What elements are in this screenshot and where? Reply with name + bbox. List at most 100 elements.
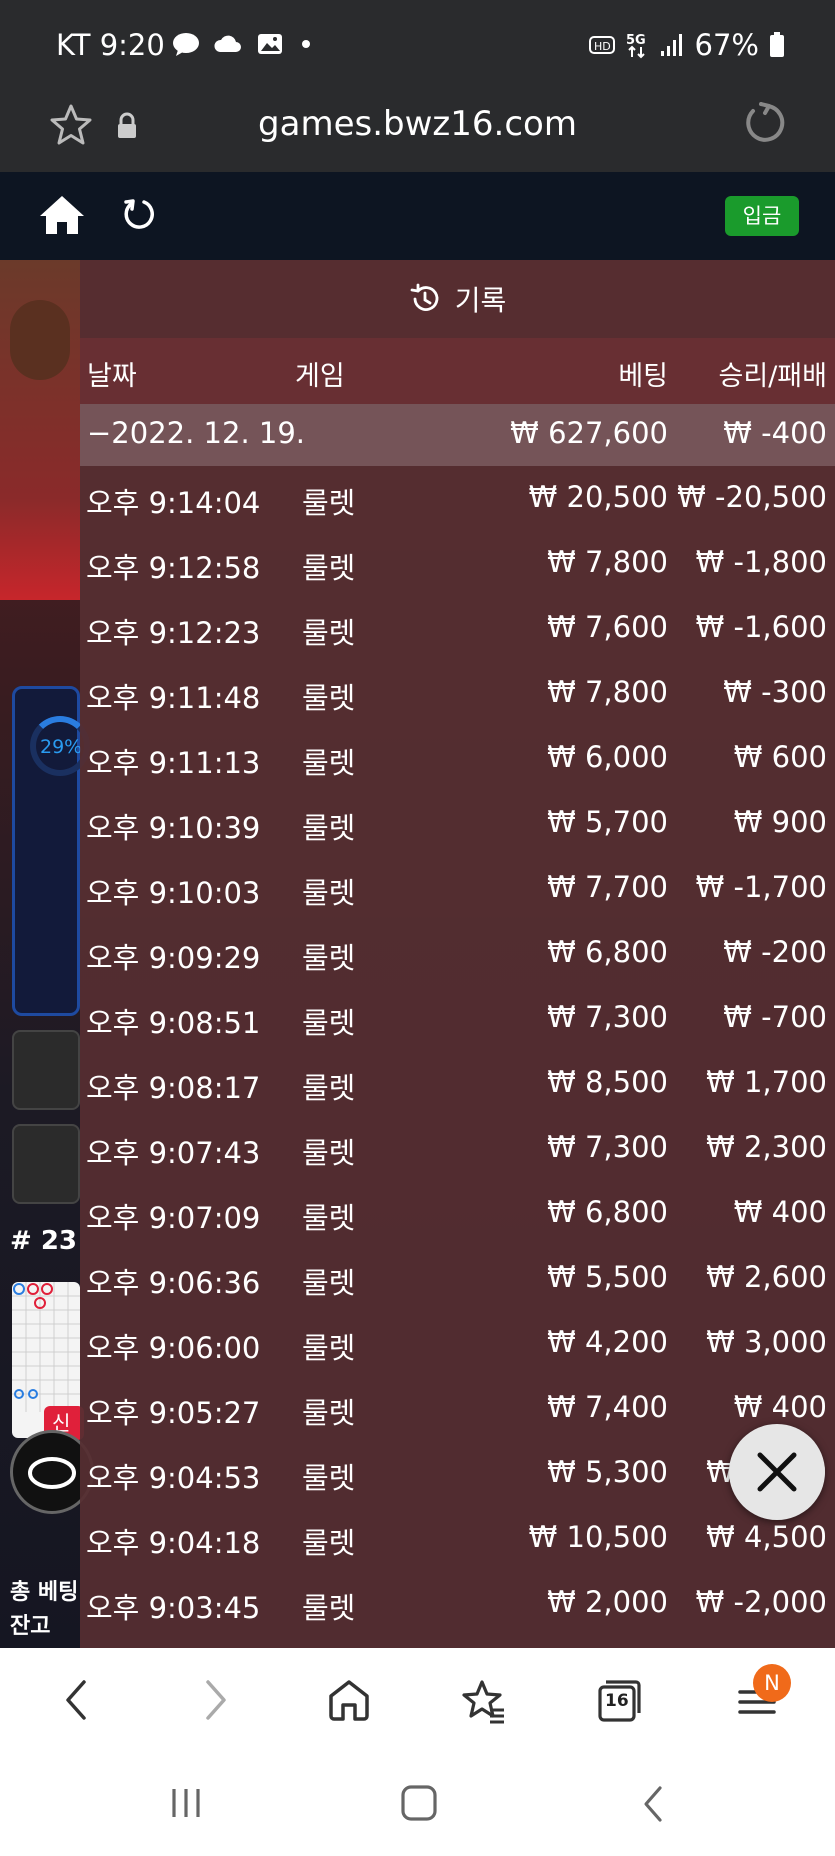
home-nav-icon[interactable]	[326, 1678, 372, 1722]
row-bet: ₩ 2,000	[547, 1585, 668, 1619]
history-row[interactable]: 오후 9:06:00 룰렛 ₩ 4,200 ₩ 3,000	[80, 1311, 835, 1376]
row-game: 룰렛	[302, 681, 356, 715]
row-game: 룰렛	[302, 1266, 356, 1300]
history-clock-icon	[410, 283, 439, 311]
history-row[interactable]: 오후 9:08:17 룰렛 ₩ 8,500 ₩ 1,700	[80, 1051, 835, 1116]
close-button[interactable]	[729, 1424, 825, 1520]
row-game: 룰렛	[302, 551, 356, 585]
row-bet: ₩ 7,800	[547, 675, 668, 709]
history-row[interactable]: 오후 9:10:03 룰렛 ₩ 7,700 ₩ -1,700	[80, 856, 835, 921]
date-group-total-win-loss: ₩ -400	[723, 416, 827, 450]
5g-icon: 5G	[626, 33, 646, 59]
row-game: 룰렛	[302, 941, 356, 975]
row-win-loss: ₩ 600	[733, 740, 827, 774]
app-header: 입금	[0, 172, 835, 260]
history-row[interactable]: 오후 9:14:04 룰렛 ₩ 20,500 ₩ -20,500	[80, 466, 835, 531]
battery-icon	[770, 32, 784, 57]
row-time: 오후 9:03:45	[86, 1591, 261, 1625]
recent-apps-icon[interactable]	[168, 1786, 204, 1820]
row-win-loss: ₩ 1,700	[706, 1065, 827, 1099]
row-game: 룰렛	[302, 1526, 356, 1560]
status-bar: KT 9:20 HD 5G 67%	[0, 0, 835, 88]
history-row[interactable]: 오후 9:07:09 룰렛 ₩ 6,800 ₩ 400	[80, 1181, 835, 1246]
progress-percent: 29%	[40, 736, 83, 758]
row-win-loss: ₩ -700	[723, 1000, 827, 1034]
row-time: 오후 9:04:53	[86, 1461, 261, 1495]
row-win-loss: ₩ -2,000	[695, 1585, 827, 1619]
row-win-loss: ₩ 400	[733, 1195, 827, 1229]
row-win-loss: ₩ 2,600	[706, 1260, 827, 1294]
reload-icon[interactable]	[741, 98, 787, 148]
history-row[interactable]: 오후 9:11:48 룰렛 ₩ 7,800 ₩ -300	[80, 661, 835, 726]
row-game: 룰렛	[302, 1396, 356, 1430]
row-win-loss: ₩ -20,500	[677, 480, 827, 514]
history-row[interactable]: 오후 9:04:18 룰렛 ₩ 10,500 ₩ 4,500	[80, 1506, 835, 1571]
signal-icon	[660, 34, 682, 56]
row-time: 오후 9:06:36	[86, 1266, 261, 1300]
history-row[interactable]: 오후 9:09:29 룰렛 ₩ 6,800 ₩ -200	[80, 921, 835, 986]
history-rows: 오후 9:14:04 룰렛 ₩ 20,500 ₩ -20,500 오후 9:12:58 룰…	[80, 466, 835, 1636]
row-time: 오후 9:07:09	[86, 1201, 261, 1235]
row-time: 오후 9:08:17	[86, 1071, 261, 1105]
history-title-bar: 기록	[80, 260, 835, 338]
system-back-icon[interactable]	[638, 1784, 668, 1824]
row-bet: ₩ 4,200	[547, 1325, 668, 1359]
row-time: 오후 9:05:27	[86, 1396, 261, 1430]
column-game: 게임	[295, 361, 345, 392]
history-row[interactable]: 오후 9:12:23 룰렛 ₩ 7,600 ₩ -1,600	[80, 596, 835, 661]
row-bet: ₩ 5,700	[547, 805, 668, 839]
cloud-icon	[214, 35, 241, 52]
row-win-loss: ₩ -300	[723, 675, 827, 709]
column-bet: 베팅	[618, 361, 668, 392]
row-win-loss: ₩ -1,600	[695, 610, 827, 644]
system-home-icon[interactable]	[400, 1784, 438, 1822]
date-group-date: −2022. 12. 19.	[87, 416, 305, 450]
history-column-header: 날짜 게임 베팅 승리/패배	[80, 338, 835, 404]
date-group-row[interactable]: −2022. 12. 19. ₩ 627,600 ₩ -400	[80, 404, 835, 466]
side-button-1[interactable]	[12, 1030, 80, 1110]
bookmarks-icon[interactable]	[460, 1678, 508, 1724]
total-bet-label: 총 베팅	[10, 1580, 79, 1605]
history-row[interactable]: 오후 9:12:58 룰렛 ₩ 7,800 ₩ -1,800	[80, 531, 835, 596]
dot-icon	[302, 40, 310, 48]
row-time: 오후 9:09:29	[86, 941, 261, 975]
history-row[interactable]: 오후 9:07:43 룰렛 ₩ 7,300 ₩ 2,300	[80, 1116, 835, 1181]
history-row[interactable]: 오후 9:10:39 룰렛 ₩ 5,700 ₩ 900	[80, 791, 835, 856]
history-row[interactable]: 오후 9:03:45 룰렛 ₩ 2,000 ₩ -2,000	[80, 1571, 835, 1636]
row-bet: ₩ 20,500	[528, 480, 668, 514]
row-win-loss: ₩ -200	[723, 935, 827, 969]
url-text[interactable]: games.bwz16.com	[0, 104, 835, 144]
row-game: 룰렛	[302, 811, 356, 845]
row-win-loss: ₩ 2,300	[706, 1130, 827, 1164]
row-bet: ₩ 8,500	[547, 1065, 668, 1099]
row-game: 룰렛	[302, 1006, 356, 1040]
row-bet: ₩ 6,800	[547, 935, 668, 969]
history-row[interactable]: 오후 9:06:36 룰렛 ₩ 5,500 ₩ 2,600	[80, 1246, 835, 1311]
row-bet: ₩ 5,500	[547, 1260, 668, 1294]
row-bet: ₩ 6,800	[547, 1195, 668, 1229]
home-icon[interactable]	[38, 194, 86, 236]
refresh-icon[interactable]	[122, 196, 156, 232]
forward-icon[interactable]	[198, 1678, 232, 1722]
history-row[interactable]: 오후 9:08:51 룰렛 ₩ 7,300 ₩ -700	[80, 986, 835, 1051]
tabs-button[interactable]: 16	[596, 1678, 642, 1724]
side-button-2[interactable]	[12, 1124, 80, 1204]
notification-badge: N	[753, 1664, 791, 1702]
back-icon[interactable]	[60, 1678, 94, 1722]
history-row[interactable]: 오후 9:11:13 룰렛 ₩ 6,000 ₩ 600	[80, 726, 835, 791]
history-row[interactable]: 오후 9:05:27 룰렛 ₩ 7,400 ₩ 400	[80, 1376, 835, 1441]
browser-url-bar: games.bwz16.com	[0, 88, 835, 172]
history-row[interactable]: 오후 9:04:53룰렛₩ 5,300₩ 1,700	[80, 1441, 835, 1506]
deposit-button[interactable]: 입금	[725, 196, 799, 236]
row-time: 오후 9:04:18	[86, 1526, 261, 1560]
gallery-icon	[258, 34, 282, 54]
svg-text:5G: 5G	[626, 33, 646, 48]
row-game: 룰렛	[302, 876, 356, 910]
history-panel: 기록 날짜 게임 베팅 승리/패배 −2022. 12. 19. ₩ 627,6…	[80, 260, 835, 1648]
round-number: # 23	[10, 1226, 78, 1256]
notification-icons	[172, 32, 326, 56]
row-win-loss: ₩ 4,500	[706, 1520, 827, 1554]
row-bet: ₩ 6,000	[547, 740, 668, 774]
row-time: 오후 9:08:51	[86, 1006, 261, 1040]
row-bet: ₩ 7,800	[547, 545, 668, 579]
